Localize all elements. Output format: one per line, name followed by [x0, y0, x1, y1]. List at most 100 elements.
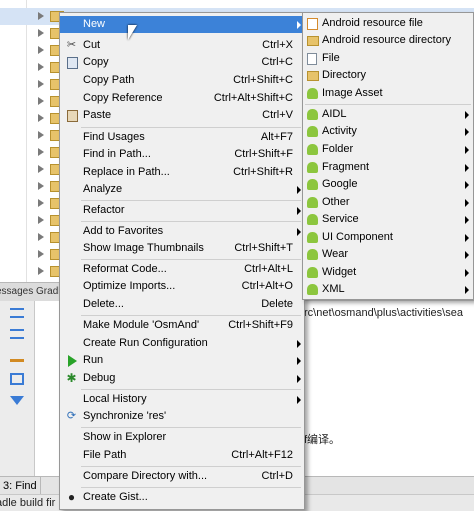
- file-icon: [307, 53, 317, 65]
- android-icon: [307, 214, 318, 225]
- submenu-item-label: Google: [322, 178, 358, 190]
- menu-item-add-to-favorites[interactable]: Add to Favorites: [60, 223, 304, 240]
- submenu-item-activity[interactable]: Activity: [303, 123, 473, 140]
- menu-item-debug[interactable]: ✱ Debug: [60, 370, 304, 387]
- submenu-arrow-icon: [297, 186, 301, 194]
- submenu-item-label: Android resource file: [322, 17, 423, 29]
- menu-item-label: Create Run Configuration: [83, 337, 208, 349]
- new-submenu: Android resource file Android resource d…: [302, 12, 474, 300]
- mouse-cursor-icon: [128, 25, 137, 40]
- expand-arrow-icon[interactable]: [38, 148, 44, 156]
- submenu-item-xml[interactable]: XML: [303, 281, 473, 298]
- menu-item-copy-reference[interactable]: Copy Reference Ctrl+Alt+Shift+C: [60, 90, 304, 107]
- menu-item-make-module[interactable]: Make Module 'OsmAnd' Ctrl+Shift+F9: [60, 317, 304, 334]
- menu-item-label: Reformat Code...: [83, 263, 167, 275]
- menu-item-label: Synchronize 'res': [83, 410, 167, 422]
- submenu-item-image-asset[interactable]: Image Asset: [303, 85, 473, 102]
- menu-item-shortcut: Ctrl+D: [261, 470, 293, 482]
- android-icon: [307, 126, 318, 137]
- menu-item-new[interactable]: New: [60, 16, 304, 33]
- menu-item-refactor[interactable]: Refactor: [60, 202, 304, 219]
- android-file-icon: [307, 18, 318, 30]
- menu-item-show-in-explorer[interactable]: Show in Explorer: [60, 429, 304, 446]
- menu-item-synchronize[interactable]: ⟳ Synchronize 'res': [60, 408, 304, 425]
- menu-item-label: Copy Path: [83, 74, 135, 86]
- menu-item-label: Paste: [83, 109, 112, 121]
- console-message-text: f编译。: [304, 434, 341, 446]
- submenu-item-ui-component[interactable]: UI Component: [303, 229, 473, 246]
- submenu-arrow-icon: [465, 269, 469, 277]
- menu-item-copy[interactable]: Copy Ctrl+C: [60, 54, 304, 71]
- expand-arrow-icon[interactable]: [38, 12, 44, 20]
- expand-arrow-icon[interactable]: [38, 114, 44, 122]
- run-icon: [68, 355, 77, 367]
- submenu-item-android-resource-file[interactable]: Android resource file: [303, 15, 473, 32]
- expand-arrow-icon[interactable]: [38, 46, 44, 54]
- menu-item-cut[interactable]: ✂ Cut Ctrl+X: [60, 37, 304, 54]
- collapse-all-icon[interactable]: [10, 329, 24, 339]
- expand-arrow-icon[interactable]: [38, 80, 44, 88]
- menu-item-copy-path[interactable]: Copy Path Ctrl+Shift+C: [60, 72, 304, 89]
- submenu-item-label: Widget: [322, 266, 357, 278]
- menu-item-find-usages[interactable]: Find Usages Alt+F7: [60, 129, 304, 146]
- android-icon: [307, 267, 318, 278]
- submenu-item-file[interactable]: File: [303, 50, 473, 67]
- submenu-item-service[interactable]: Service: [303, 211, 473, 228]
- submenu-item-other[interactable]: Other: [303, 194, 473, 211]
- expand-arrow-icon[interactable]: [38, 97, 44, 105]
- menu-item-shortcut: Ctrl+Shift+C: [233, 74, 293, 86]
- menu-item-create-gist[interactable]: ● Create Gist...: [60, 489, 304, 506]
- submenu-arrow-icon: [297, 207, 301, 215]
- menu-item-label: Replace in Path...: [83, 166, 170, 178]
- expand-arrow-icon[interactable]: [38, 216, 44, 224]
- submenu-item-widget[interactable]: Widget: [303, 264, 473, 281]
- expand-arrow-icon[interactable]: [38, 63, 44, 71]
- submenu-arrow-icon: [465, 216, 469, 224]
- expand-arrow-icon[interactable]: [38, 233, 44, 241]
- expand-arrow-icon[interactable]: [38, 131, 44, 139]
- preview-icon[interactable]: [10, 373, 24, 385]
- menu-item-analyze[interactable]: Analyze: [60, 181, 304, 198]
- menu-item-delete[interactable]: Delete... Delete: [60, 296, 304, 313]
- expand-arrow-icon[interactable]: [38, 165, 44, 173]
- expand-arrow-icon[interactable]: [38, 250, 44, 258]
- menu-item-file-path[interactable]: File Path Ctrl+Alt+F12: [60, 447, 304, 464]
- menu-item-shortcut: Ctrl+X: [262, 39, 293, 51]
- submenu-item-google[interactable]: Google: [303, 176, 473, 193]
- menu-item-shortcut: Ctrl+Alt+Shift+C: [213, 92, 293, 104]
- submenu-item-folder[interactable]: Folder: [303, 141, 473, 158]
- menu-item-create-run-configuration[interactable]: Create Run Configuration: [60, 335, 304, 352]
- filter-icon[interactable]: [10, 396, 24, 405]
- submenu-item-fragment[interactable]: Fragment: [303, 159, 473, 176]
- submenu-item-aidl[interactable]: AIDL: [303, 106, 473, 123]
- submenu-item-label: Folder: [322, 143, 354, 155]
- android-icon: [307, 144, 318, 155]
- expand-arrow-icon[interactable]: [38, 199, 44, 207]
- menu-item-shortcut: Ctrl+C: [261, 56, 293, 68]
- menu-item-run[interactable]: Run: [60, 352, 304, 369]
- menu-item-optimize-imports[interactable]: Optimize Imports... Ctrl+Alt+O: [60, 278, 304, 295]
- expand-all-icon[interactable]: [10, 308, 24, 318]
- menu-item-compare-directory[interactable]: Compare Directory with... Ctrl+D: [60, 468, 304, 485]
- tool-window-tabs-label[interactable]: essages Gradle: [0, 286, 66, 297]
- expand-arrow-icon[interactable]: [38, 29, 44, 37]
- menu-item-paste[interactable]: Paste Ctrl+V: [60, 107, 304, 124]
- menu-separator: [81, 487, 301, 488]
- menu-item-replace-in-path[interactable]: Replace in Path... Ctrl+Shift+R: [60, 164, 304, 181]
- submenu-item-label: Service: [322, 213, 359, 225]
- expand-arrow-icon[interactable]: [38, 267, 44, 275]
- export-icon[interactable]: [10, 351, 24, 362]
- menu-item-local-history[interactable]: Local History: [60, 391, 304, 408]
- menu-item-label: Analyze: [83, 183, 123, 195]
- menu-item-label: Show Image Thumbnails: [83, 242, 204, 254]
- folder-icon: [307, 36, 319, 46]
- menu-item-reformat-code[interactable]: Reformat Code... Ctrl+Alt+L: [60, 261, 304, 278]
- expand-arrow-icon[interactable]: [38, 182, 44, 190]
- menu-item-label: Make Module 'OsmAnd': [83, 319, 200, 331]
- submenu-item-wear[interactable]: Wear: [303, 246, 473, 263]
- menu-item-find-in-path[interactable]: Find in Path... Ctrl+Shift+F: [60, 146, 304, 163]
- submenu-item-directory[interactable]: Directory: [303, 67, 473, 84]
- submenu-item-android-resource-directory[interactable]: Android resource directory: [303, 32, 473, 49]
- menu-item-show-image-thumbnails[interactable]: Show Image Thumbnails Ctrl+Shift+T: [60, 240, 304, 257]
- find-tab[interactable]: 3: Find: [0, 477, 41, 495]
